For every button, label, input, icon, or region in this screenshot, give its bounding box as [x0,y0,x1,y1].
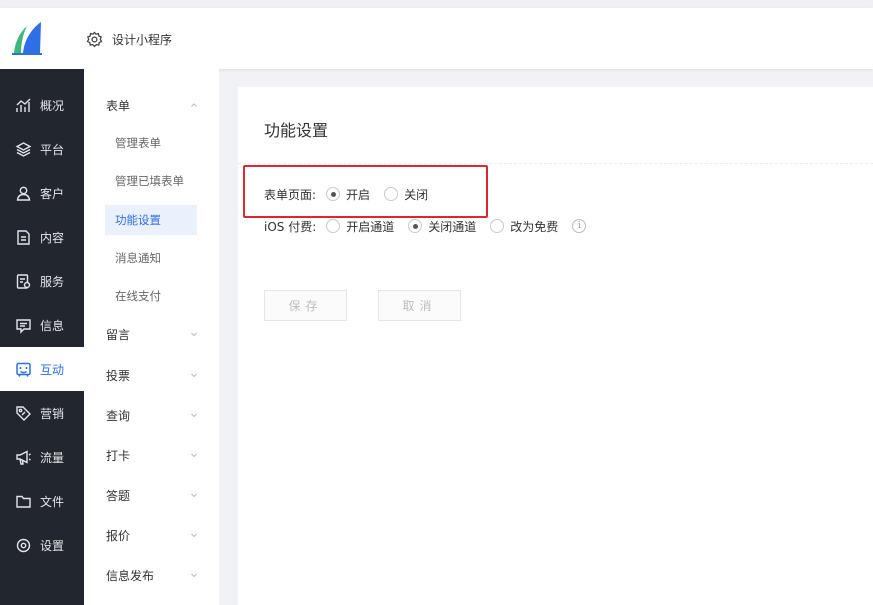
subnav-group-vote[interactable]: 投票 [106,363,198,387]
sidebar-item-platform[interactable]: 平台 [0,127,84,171]
chevron-down-icon [191,413,197,418]
group-label: 打卡 [106,448,131,463]
subnav-item-manage-forms[interactable]: 管理表单 [115,133,161,153]
interaction-icon [16,362,31,377]
header: 设计小程序 [0,8,873,69]
chevron-down-icon [191,332,197,337]
sidebar-item-label: 文件 [40,494,65,509]
subnav-group-query[interactable]: 查询 [106,403,198,427]
megaphone-icon [16,449,31,465]
group-label: 表单 [106,98,131,113]
sidebar-item-marketing[interactable]: 营销 [0,391,84,435]
folder-icon [16,495,31,508]
sidebar-item-label: 营销 [40,406,65,421]
radio-label: 关闭通道 [428,219,477,234]
chevron-down-icon [191,373,197,378]
document-icon [17,229,30,245]
chevron-down-icon [191,573,197,578]
subnav-group-message[interactable]: 留言 [106,322,198,346]
subnav-group-form[interactable]: 表单 [106,93,198,117]
group-label: 留言 [106,327,131,342]
subnav-item-notifications[interactable]: 消息通知 [115,248,161,268]
group-label: 答题 [106,488,131,503]
sub-navigation: 表单 管理表单 管理已填表单 功能设置 消息通知 在线支付 留言 投票 查询 打… [84,69,219,605]
sail-logo[interactable] [10,20,44,56]
sidebar-item-traffic[interactable]: 流量 [0,435,84,479]
subnav-group-quote[interactable]: 报价 [106,523,198,547]
subnav-group-checkin[interactable]: 打卡 [106,443,198,467]
group-label: 报价 [106,528,131,543]
chevron-down-icon [191,533,197,538]
ios-open-channel-radio[interactable]: 开启通道 [326,218,394,235]
radio-circle [490,219,505,233]
ios-free-radio[interactable]: 改为免费 [490,218,558,235]
tag-icon [16,405,31,421]
sidebar-item-customer[interactable]: 客户 [0,171,84,215]
design-label: 设计小程序 [112,32,173,47]
subnav-group-quiz[interactable]: 答题 [106,483,198,507]
message-icon [16,318,31,334]
layers-icon [15,141,32,157]
sidebar-item-settings[interactable]: 设置 [0,523,84,567]
design-miniprogram-link[interactable]: 设计小程序 [86,29,172,49]
sidebar-item-label: 服务 [40,274,65,289]
subnav-item-online-payment[interactable]: 在线支付 [115,286,161,306]
radio-circle [326,219,341,233]
ios-pay-label: iOS 付费: [264,219,317,234]
divider [238,163,873,164]
page-title: 功能设置 [264,121,329,140]
chevron-down-icon [191,493,197,498]
sidebar-item-service[interactable]: 服务 [0,259,84,303]
chevron-down-icon [191,453,197,458]
sidebar-item-overview[interactable]: 概况 [0,83,84,127]
radio-label: 开启通道 [346,219,395,234]
sidebar-item-label: 概况 [40,98,65,113]
subnav-item-manage-filled-forms[interactable]: 管理已填表单 [115,171,184,191]
group-label: 查询 [106,408,131,423]
sidebar-item-label: 设置 [40,538,65,553]
service-icon [16,273,31,289]
top-strip [0,0,873,8]
subnav-group-info-publish[interactable]: 信息发布 [106,563,198,587]
sidebar-item-label: 互动 [40,362,65,377]
sidebar-item-info[interactable]: 信息 [0,303,84,347]
radio-label: 改为免费 [510,219,559,234]
user-icon [16,186,31,201]
sidebar: 概况 平台 客户 内容 服务 信息 互动 营销 流量 文件 设置 [0,69,84,605]
design-icon [86,31,103,47]
settings-icon [16,538,31,552]
chart-icon [16,98,31,112]
cancel-button[interactable]: 取消 [378,290,461,321]
sidebar-item-label: 内容 [40,230,65,245]
radio-circle [408,219,423,233]
sidebar-item-label: 客户 [40,186,65,201]
sidebar-item-interaction[interactable]: 互动 [0,347,84,391]
highlight-box [243,165,488,218]
sidebar-item-label: 信息 [40,318,65,333]
sidebar-item-files[interactable]: 文件 [0,479,84,523]
sidebar-item-content[interactable]: 内容 [0,215,84,259]
subnav-item-feature-settings[interactable]: 功能设置 [105,205,197,235]
sidebar-item-label: 平台 [40,142,65,157]
chevron-up-icon [191,103,197,107]
info-icon[interactable]: i [572,219,587,233]
group-label: 信息发布 [106,568,155,583]
ios-pay-setting: iOS 付费: 开启通道 关闭通道 改为免费 i [264,216,587,236]
save-button[interactable]: 保存 [264,290,347,321]
ios-close-channel-radio[interactable]: 关闭通道 [408,218,476,235]
sidebar-item-label: 流量 [40,450,65,465]
group-label: 投票 [106,368,131,383]
